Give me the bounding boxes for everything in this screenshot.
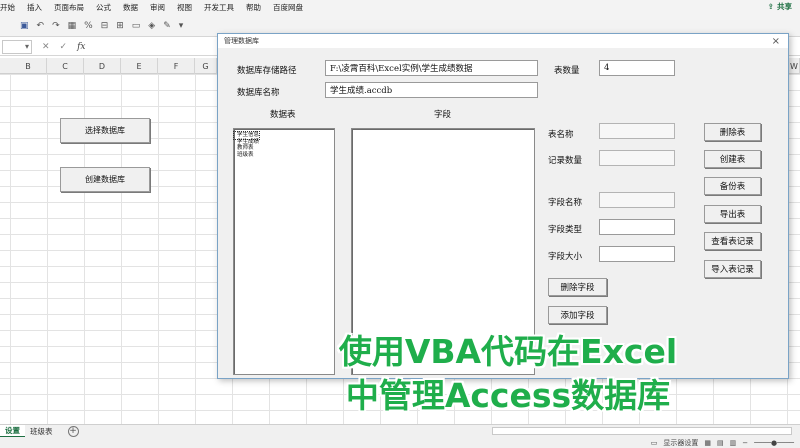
fields-header: 字段 xyxy=(434,110,452,120)
percent-icon[interactable]: % xyxy=(84,21,93,31)
format-icon[interactable]: ⊟ xyxy=(101,21,109,31)
column-header-e[interactable]: E xyxy=(121,58,158,74)
tables-header: 数据表 xyxy=(270,110,296,120)
enter-icon[interactable]: ✓ xyxy=(60,42,68,52)
ribbon-menu: 开始 插入 页面布局 公式 数据 审阅 视图 开发工具 帮助 百度网盘 ⇪ 共享 xyxy=(0,0,800,15)
cancel-icon[interactable]: ✕ xyxy=(42,42,50,52)
page-break-view-icon[interactable]: ▥ xyxy=(730,439,737,447)
brush-icon[interactable]: ✎ xyxy=(163,21,171,31)
menu-baidu-netdisk[interactable]: 百度网盘 xyxy=(267,2,309,13)
menu-insert[interactable]: 插入 xyxy=(21,2,48,13)
close-icon[interactable]: × xyxy=(772,36,780,47)
table-icon[interactable]: ▦ xyxy=(68,21,77,31)
fill-color-icon[interactable]: ◈ xyxy=(148,21,155,31)
field-type-field[interactable] xyxy=(599,219,675,235)
menu-view[interactable]: 视图 xyxy=(171,2,198,13)
dialog-titlebar: 管理数据库 × xyxy=(218,34,788,48)
caption-line-2: 中管理Access数据库 xyxy=(345,376,671,415)
record-count-field[interactable] xyxy=(599,150,675,166)
table-count-label: 表数量 xyxy=(554,66,580,76)
sheet-tab-class[interactable]: 班级表 xyxy=(25,425,58,438)
video-caption: 使用VBA代码在Excel 中管理Access数据库 xyxy=(322,330,694,418)
column-header-f[interactable]: F xyxy=(158,58,195,74)
backup-table-button[interactable]: 备份表 xyxy=(704,177,761,195)
share-button[interactable]: ⇪ 共享 xyxy=(768,1,792,12)
table-name-field[interactable] xyxy=(599,123,675,139)
grid-icon[interactable]: ⊞ xyxy=(116,21,124,31)
field-type-label: 字段类型 xyxy=(548,225,583,235)
redo-icon[interactable]: ↷ xyxy=(52,21,60,31)
import-records-button[interactable]: 导入表记录 xyxy=(704,260,761,278)
delete-table-button[interactable]: 删除表 xyxy=(704,123,761,141)
caption-line-1: 使用VBA代码在Excel xyxy=(338,332,678,371)
field-size-field[interactable] xyxy=(599,246,675,262)
tables-listbox[interactable]: 学生信息 学生成绩 教师表 班级表 xyxy=(232,128,335,375)
menu-help[interactable]: 帮助 xyxy=(240,2,267,13)
field-name-label: 字段名称 xyxy=(548,198,583,208)
table-name-label: 表名称 xyxy=(548,130,574,140)
record-count-label: 记录数量 xyxy=(548,156,583,166)
share-label: 共享 xyxy=(777,2,792,11)
status-bar: ▭ 显示器设置 ▦ ▤ ▥ − ────●──── xyxy=(0,437,800,448)
view-records-button[interactable]: 查看表记录 xyxy=(704,232,761,250)
display-settings-label[interactable]: 显示器设置 xyxy=(663,438,698,448)
export-table-button[interactable]: 导出表 xyxy=(704,205,761,223)
column-header-c[interactable]: C xyxy=(47,58,84,74)
db-name-field[interactable]: 学生成绩.accdb xyxy=(325,82,538,98)
undo-icon[interactable]: ↶ xyxy=(37,21,45,31)
dialog-title: 管理数据库 xyxy=(224,37,259,45)
display-settings-icon[interactable]: ▭ xyxy=(651,439,658,447)
db-path-label: 数据库存储路径 xyxy=(237,66,297,76)
column-header-d[interactable]: D xyxy=(84,58,121,74)
add-field-button[interactable]: 添加字段 xyxy=(548,306,607,324)
horizontal-scrollbar[interactable] xyxy=(492,427,792,435)
db-path-field[interactable]: F:\凌霄百科\Excel实例\学生成绩数据 xyxy=(325,60,538,76)
page-layout-view-icon[interactable]: ▤ xyxy=(717,439,724,447)
field-name-field[interactable] xyxy=(599,192,675,208)
zoom-slider[interactable]: ────●──── xyxy=(754,439,794,447)
table-count-field[interactable]: 4 xyxy=(599,60,675,76)
create-database-button[interactable]: 创建数据库 xyxy=(60,167,150,192)
delete-field-button[interactable]: 删除字段 xyxy=(548,278,607,296)
menu-data[interactable]: 数据 xyxy=(117,2,144,13)
table-list-item[interactable]: 学生信息 xyxy=(232,131,261,140)
select-database-button[interactable]: 选择数据库 xyxy=(60,118,150,143)
customize-icon[interactable]: ▾ xyxy=(179,21,184,31)
menu-home[interactable]: 开始 xyxy=(0,2,21,13)
border-icon[interactable]: ▭ xyxy=(132,21,141,31)
sheet-tab-settings[interactable]: 设置 xyxy=(0,424,25,438)
table-list-item[interactable]: 班级表 xyxy=(234,152,334,159)
normal-view-icon[interactable]: ▦ xyxy=(704,439,711,447)
menu-review[interactable]: 审阅 xyxy=(144,2,171,13)
name-box-dropdown-icon: ▾ xyxy=(24,42,29,51)
save-icon[interactable]: ▣ xyxy=(20,21,29,31)
name-box[interactable]: ▾ xyxy=(2,39,32,54)
menu-formulas[interactable]: 公式 xyxy=(90,2,117,13)
add-sheet-icon[interactable]: + xyxy=(67,425,79,437)
menu-developer[interactable]: 开发工具 xyxy=(198,2,240,13)
function-icon[interactable]: fx xyxy=(77,42,85,52)
share-icon: ⇪ xyxy=(767,2,774,11)
column-header-w[interactable]: W xyxy=(789,58,800,74)
menu-page-layout[interactable]: 页面布局 xyxy=(48,2,90,13)
field-size-label: 字段大小 xyxy=(548,252,583,262)
manage-database-dialog: 管理数据库 × 数据库存储路径 F:\凌霄百科\Excel实例\学生成绩数据 数… xyxy=(217,33,789,379)
create-table-button[interactable]: 创建表 xyxy=(704,150,761,168)
zoom-out-icon[interactable]: − xyxy=(742,439,748,447)
column-header-g[interactable]: G xyxy=(195,58,217,74)
db-name-label: 数据库名称 xyxy=(237,88,280,98)
column-header-b[interactable]: B xyxy=(10,58,47,74)
